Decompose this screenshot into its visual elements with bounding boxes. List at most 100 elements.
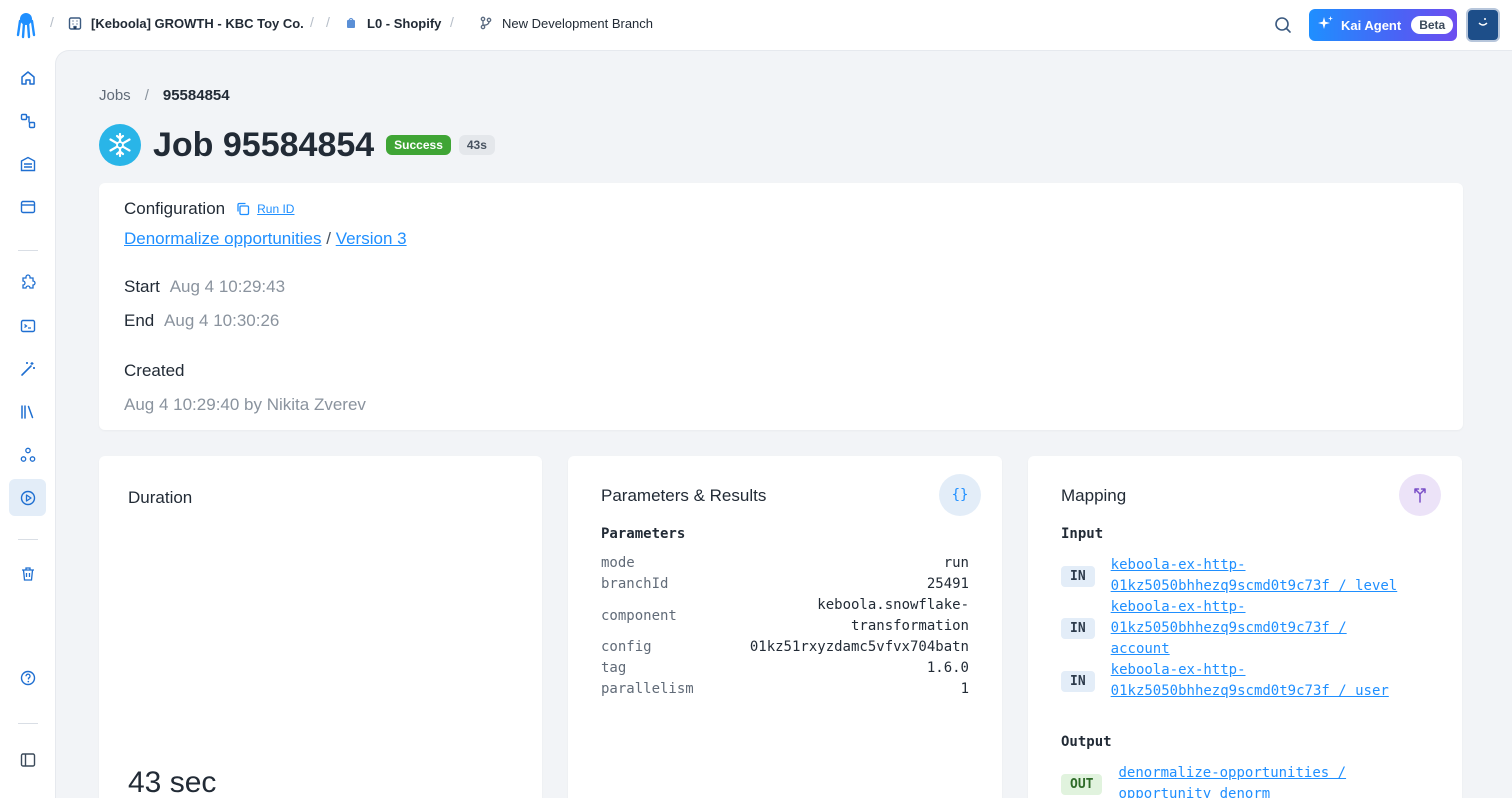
parameter-row: mode run: [601, 553, 969, 574]
braces-icon: {}: [951, 487, 969, 503]
input-table-link[interactable]: keboola-ex-http-: [1111, 555, 1398, 576]
parameter-key: branchId: [601, 576, 669, 592]
components-icon[interactable]: [9, 264, 46, 301]
end-row: End Aug 4 10:30:26: [124, 311, 279, 331]
input-mapping-row: IN keboola-ex-http- 01kz5050bhhezq9scmd0…: [1061, 555, 1397, 597]
project-selector[interactable]: [Keboola] GROWTH - KBC Toy Co.: [67, 15, 304, 31]
input-table-link[interactable]: account: [1111, 639, 1347, 660]
duration-card: Duration 43 sec: [99, 456, 542, 798]
created-label: Created: [124, 361, 185, 380]
input-table-link[interactable]: keboola-ex-http-: [1111, 660, 1389, 681]
parameters-subheading: Parameters: [601, 526, 686, 542]
configuration-links: Denormalize opportunities / Version 3: [124, 229, 407, 249]
json-view-button[interactable]: {}: [939, 474, 981, 516]
magic-wand-icon[interactable]: [9, 350, 46, 387]
end-label: End: [124, 311, 155, 330]
kai-agent-button[interactable]: Kai Agent Beta: [1309, 9, 1457, 41]
parameter-value: 1: [960, 681, 969, 697]
help-icon[interactable]: [9, 659, 46, 696]
parameter-row: component keboola.snowflake- transformat…: [601, 595, 969, 637]
start-row: Start Aug 4 10:29:43: [124, 277, 285, 297]
in-badge: IN: [1061, 618, 1095, 639]
breadcrumb-separator: /: [144, 87, 149, 104]
configuration-link[interactable]: Denormalize opportunities: [124, 229, 322, 248]
parameter-key: parallelism: [601, 681, 694, 697]
parameter-value: keboola.snowflake- transformation: [817, 597, 969, 634]
version-link[interactable]: Version 3: [336, 229, 407, 248]
top-bar: / [Keboola] GROWTH - KBC Toy Co. / / L0 …: [0, 0, 1512, 50]
project-name: [Keboola] GROWTH - KBC Toy Co.: [91, 15, 304, 31]
input-table-link[interactable]: 01kz5050bhhezq9scmd0t9c73f / user: [1111, 681, 1389, 702]
component-name: L0 - Shopify: [367, 15, 442, 31]
parameter-key: tag: [601, 660, 627, 676]
input-mapping-row: IN keboola-ex-http- 01kz5050bhhezq9scmd0…: [1061, 660, 1389, 702]
workspace-icon[interactable]: [9, 188, 46, 225]
sidebar-divider: [18, 250, 38, 251]
breadcrumb-jobs-link[interactable]: Jobs: [99, 87, 131, 104]
breadcrumb-separator: /: [310, 14, 314, 30]
configuration-heading: Configuration Run ID: [124, 199, 294, 219]
flows-icon[interactable]: [9, 102, 46, 139]
library-icon[interactable]: [9, 393, 46, 430]
component-selector[interactable]: L0 - Shopify: [343, 15, 441, 31]
duration-value: 43 sec: [128, 766, 217, 798]
parameters-table: mode run branchId 25491 component kebool…: [601, 553, 969, 700]
start-label: Start: [124, 277, 160, 296]
sparkle-icon: [1317, 15, 1335, 36]
breadcrumb-current: 95584854: [162, 87, 230, 104]
parameter-value: 25491: [926, 576, 969, 592]
parameter-row: tag 1.6.0: [601, 658, 969, 679]
page-header: Job 95584854 Success 43s: [99, 123, 495, 167]
git-branch-icon: [478, 15, 494, 31]
duration-heading: Duration: [128, 488, 193, 507]
jobs-icon[interactable]: [9, 479, 46, 516]
output-heading: Output: [1061, 734, 1112, 750]
data-apps-icon[interactable]: [9, 436, 46, 473]
input-heading: Input: [1061, 526, 1104, 542]
mapping-graph-button[interactable]: [1399, 474, 1441, 516]
page-title: Job 95584854: [153, 125, 375, 164]
out-badge: OUT: [1061, 773, 1103, 795]
mapping-heading: Mapping: [1061, 486, 1127, 505]
configuration-title: Configuration: [124, 199, 226, 218]
search-icon[interactable]: [1272, 14, 1294, 36]
input-table-link[interactable]: keboola-ex-http-: [1111, 597, 1347, 618]
in-badge: IN: [1061, 670, 1095, 692]
sidebar-divider: [18, 539, 38, 540]
storage-icon[interactable]: [9, 145, 46, 182]
link-separator: /: [326, 229, 331, 248]
breadcrumb-separator: /: [50, 14, 54, 30]
parameter-value: 1.6.0: [926, 660, 969, 676]
input-table-link[interactable]: 01kz5050bhhezq9scmd0t9c73f / level: [1111, 576, 1398, 597]
created-value: Aug 4 10:29:40 by Nikita Zverev: [124, 395, 366, 414]
copy-icon: [237, 202, 250, 216]
terminal-icon[interactable]: [9, 307, 46, 344]
output-mapping-row: OUT denormalize-opportunities / opportun…: [1061, 763, 1346, 798]
parameters-heading: Parameters & Results: [601, 486, 767, 505]
trash-icon[interactable]: [9, 555, 46, 592]
branch-selector[interactable]: New Development Branch: [478, 15, 653, 31]
left-sidebar: [0, 50, 55, 798]
start-value: Aug 4 10:29:43: [169, 277, 286, 296]
parameter-value: run: [943, 555, 969, 571]
copy-run-id-button[interactable]: Run ID: [235, 201, 294, 217]
parameter-key: mode: [601, 555, 635, 571]
home-icon[interactable]: [9, 59, 46, 96]
duration-badge: 43s: [458, 135, 495, 155]
breadcrumb-separator: /: [326, 14, 330, 30]
output-table-link[interactable]: denormalize-opportunities /: [1118, 763, 1346, 784]
parameter-row: config 01kz51rxyzdamc5vfvx704batn: [601, 637, 969, 658]
input-table-link[interactable]: 01kz5050bhhezq9scmd0t9c73f /: [1111, 618, 1347, 639]
keboola-logo-icon[interactable]: [14, 11, 38, 39]
mapping-card: Mapping Input IN keboola-ex-http- 01kz50…: [1028, 456, 1462, 798]
merge-arrows-icon: [1414, 488, 1426, 503]
configuration-card: Configuration Run ID Denormalize opportu…: [99, 183, 1463, 430]
parameter-value: 01kz51rxyzdamc5vfvx704batn: [749, 639, 969, 655]
user-avatar[interactable]: [1466, 8, 1500, 42]
output-table-link[interactable]: opportunity_denorm: [1118, 784, 1346, 798]
main-content: Jobs / 95584854 Job 95584854 Success 43s…: [55, 50, 1512, 798]
sidebar-toggle-icon[interactable]: [9, 741, 46, 778]
breadcrumb: Jobs / 95584854: [99, 87, 230, 104]
shopify-icon: [343, 15, 359, 31]
snowflake-icon: [99, 124, 141, 166]
